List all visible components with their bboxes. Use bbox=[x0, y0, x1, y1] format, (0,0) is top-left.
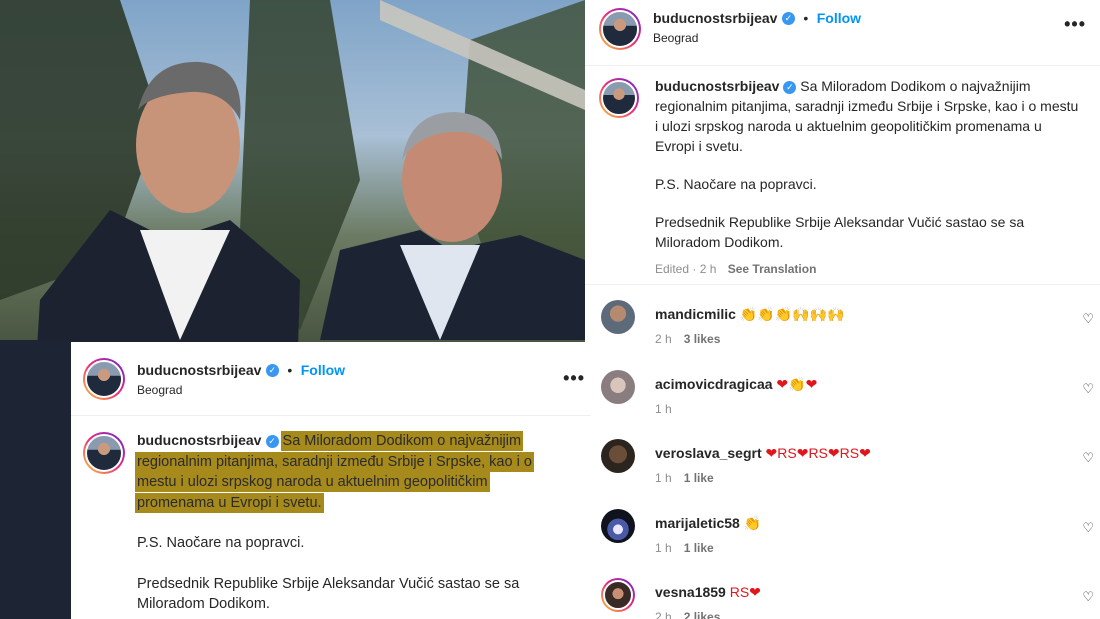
caption-ps: P.S. Naočare na popravci. bbox=[655, 176, 817, 192]
comment-item: mandicmilic 👏👏👏🙌🙌🙌 2 h 3 likes ♡ bbox=[585, 300, 1100, 358]
commenter-avatar[interactable] bbox=[601, 439, 635, 473]
overlay-location[interactable]: Beograd bbox=[137, 383, 182, 397]
comment-item: marijaletic58 👏 1 h 1 like ♡ bbox=[585, 509, 1100, 567]
commenter-username[interactable]: mandicmilic bbox=[655, 306, 736, 322]
comment-text: ❤👏❤ bbox=[776, 376, 818, 392]
overlay-header: buducnostsrbijeav ✓ • Follow Beograd ••• bbox=[71, 342, 591, 416]
separator-dot: • bbox=[803, 10, 809, 26]
comment-time: 1 h bbox=[655, 541, 672, 555]
commenter-avatar[interactable] bbox=[601, 370, 635, 404]
commenter-username[interactable]: vesna1859 bbox=[655, 584, 726, 600]
comment-item: veroslava_segrt ❤RS❤RS❤RS❤ 1 h 1 like ♡ bbox=[585, 439, 1100, 497]
author-avatar[interactable] bbox=[599, 8, 641, 50]
comment-text: RS❤ bbox=[729, 584, 761, 600]
overlay-caption-avatar[interactable] bbox=[83, 432, 125, 474]
zoomed-caption-overlay: buducnostsrbijeav ✓ • Follow Beograd •••… bbox=[71, 342, 591, 619]
follow-button[interactable]: Follow bbox=[817, 10, 861, 26]
verified-badge-icon: ✓ bbox=[265, 434, 279, 448]
commenter-username[interactable]: acimovicdragicaa bbox=[655, 376, 773, 392]
verified-badge-icon: ✓ bbox=[783, 80, 797, 94]
overlay-caption: buducnostsrbijeav ✓ Sa Miloradom Dodikom… bbox=[71, 430, 591, 619]
commenter-username[interactable]: marijaletic58 bbox=[655, 515, 740, 531]
comment-text: 👏👏👏🙌🙌🙌 bbox=[739, 306, 845, 322]
heart-icon[interactable]: ♡ bbox=[1082, 589, 1094, 605]
comment-item: vesna1859 RS❤ 2 h 2 likes ♡ bbox=[585, 578, 1100, 619]
see-translation-link[interactable]: See Translation bbox=[728, 262, 817, 276]
comment-likes[interactable]: 3 likes bbox=[684, 332, 721, 346]
verified-badge-icon: ✓ bbox=[265, 364, 279, 378]
comment-time: 2 h bbox=[655, 610, 672, 619]
highlighted-caption-line: Sa Miloradom Dodikom o najvažnijim bbox=[282, 433, 522, 449]
highlighted-caption-line: regionalnim pitanjima, saradnji između S… bbox=[137, 453, 532, 470]
highlighted-caption-line: mestu i ulozi srpskog naroda u aktuelnim… bbox=[137, 474, 488, 490]
heart-icon[interactable]: ♡ bbox=[1082, 381, 1094, 397]
caption-username[interactable]: buducnostsrbijeav bbox=[655, 78, 779, 94]
overlay-caption-username[interactable]: buducnostsrbijeav bbox=[137, 432, 261, 448]
post-caption: buducnostsrbijeav ✓ Sa Miloradom Dodikom… bbox=[585, 76, 1100, 276]
comment-likes[interactable]: 2 likes bbox=[684, 610, 721, 619]
edited-timestamp: Edited · 2 h bbox=[655, 262, 717, 276]
heart-icon[interactable]: ♡ bbox=[1082, 450, 1094, 466]
instagram-post-panel: buducnostsrbijeav ✓ • Follow Beograd •••… bbox=[585, 0, 1100, 619]
divider bbox=[585, 284, 1100, 285]
author-row: buducnostsrbijeav ✓ • Follow bbox=[653, 10, 861, 28]
more-options-icon[interactable]: ••• bbox=[563, 368, 585, 389]
heart-icon[interactable]: ♡ bbox=[1082, 311, 1094, 327]
post-header: buducnostsrbijeav ✓ • Follow Beograd ••• bbox=[585, 0, 1100, 66]
comment-text: ❤RS❤RS❤RS❤ bbox=[765, 445, 871, 461]
caption-avatar[interactable] bbox=[599, 78, 639, 118]
verified-badge-icon: ✓ bbox=[781, 12, 795, 26]
overlay-summary: Predsednik Republike Srbije Aleksandar V… bbox=[137, 575, 520, 613]
heart-icon[interactable]: ♡ bbox=[1082, 520, 1094, 536]
separator-dot: • bbox=[287, 362, 293, 378]
comment-text: 👏 bbox=[743, 515, 762, 531]
comment-likes[interactable]: 1 like bbox=[684, 541, 714, 555]
comment-item: acimovicdragicaa ❤👏❤ 1 h ♡ bbox=[585, 370, 1100, 428]
comment-time: 2 h bbox=[655, 332, 672, 346]
comment-time: 1 h bbox=[655, 471, 672, 485]
overlay-follow-button[interactable]: Follow bbox=[301, 362, 345, 378]
comment-likes[interactable]: 1 like bbox=[684, 471, 714, 485]
commenter-avatar[interactable] bbox=[601, 509, 635, 543]
overlay-username[interactable]: buducnostsrbijeav bbox=[137, 362, 261, 378]
commenter-avatar[interactable] bbox=[601, 300, 635, 334]
more-options-icon[interactable]: ••• bbox=[1064, 14, 1086, 35]
commenter-avatar[interactable] bbox=[601, 578, 635, 612]
caption-meta: Edited · 2 h See Translation bbox=[655, 262, 1100, 276]
commenter-username[interactable]: veroslava_segrt bbox=[655, 445, 762, 461]
highlighted-caption-line: promenama u Evropi i svetu. bbox=[137, 494, 322, 511]
overlay-author-avatar[interactable] bbox=[83, 358, 125, 400]
overlay-ps: P.S. Naočare na popravci. bbox=[137, 535, 305, 551]
post-location[interactable]: Beograd bbox=[653, 31, 698, 45]
comment-time: 1 h bbox=[655, 402, 672, 416]
caption-summary: Predsednik Republike Srbije Aleksandar V… bbox=[655, 214, 1025, 250]
author-username[interactable]: buducnostsrbijeav bbox=[653, 10, 777, 26]
